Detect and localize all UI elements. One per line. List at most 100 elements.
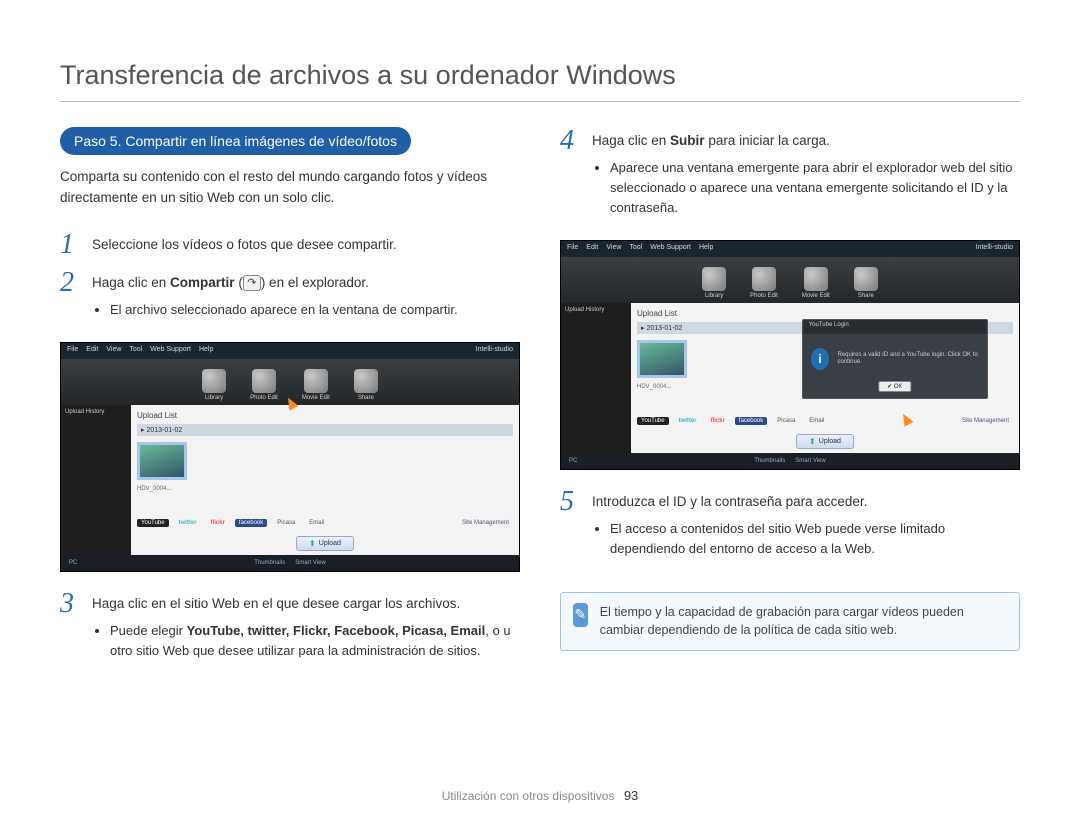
step-4-bullet: Aparece una ventana emergente para abrir… <box>610 158 1020 218</box>
service-twitter[interactable]: twitter <box>175 519 201 527</box>
menu-websupport[interactable]: Web Support <box>650 244 691 254</box>
toolbar-library[interactable]: Library <box>702 267 726 299</box>
service-flickr[interactable]: flickr <box>207 519 229 527</box>
upload-button-label: Upload <box>819 438 841 445</box>
step-2-pre: Haga clic en <box>92 275 170 290</box>
service-email[interactable]: Email <box>305 519 328 527</box>
service-facebook[interactable]: facebook <box>735 417 767 425</box>
note-text: El tiempo y la capacidad de grabación pa… <box>600 603 1007 641</box>
step-number: 3 <box>60 590 82 673</box>
step-2-mid: ( <box>235 275 243 290</box>
step-3-text: Haga clic en el sitio Web en el que dese… <box>92 596 460 611</box>
step-5-text: Introduzca el ID y la contraseña para ac… <box>592 494 867 509</box>
screenshot-body: Upload History Upload List ▸ 2013-01-02 … <box>561 303 1019 453</box>
menu-file[interactable]: File <box>567 244 578 254</box>
service-twitter[interactable]: twitter <box>675 417 701 425</box>
step-3-bullet-pre: Puede elegir <box>110 623 187 638</box>
ok-button[interactable]: ✔ OK <box>878 381 911 392</box>
bottom-thumbnails[interactable]: Thumbnails <box>254 560 285 566</box>
step-3-bullet: Puede elegir YouTube, twitter, Flickr, F… <box>110 621 520 661</box>
photo-edit-icon <box>752 267 776 291</box>
login-message: Requires a valid ID and a YouTube login.… <box>837 352 979 368</box>
step-4-post: para iniciar la carga. <box>705 133 830 148</box>
service-youtube[interactable]: YouTube <box>637 417 669 425</box>
toolbar-movie-edit[interactable]: Movie Edit <box>302 369 330 401</box>
bottom-smartview[interactable]: Smart View <box>295 560 326 566</box>
bottom-thumbnails[interactable]: Thumbnails <box>754 458 785 464</box>
login-popup-title: YouTube Login <box>803 320 987 334</box>
toolbar-library[interactable]: Library <box>202 369 226 401</box>
menu-view[interactable]: View <box>606 244 621 254</box>
note-box: ✎ El tiempo y la capacidad de grabación … <box>560 592 1020 652</box>
step-4-body: Haga clic en Subir para iniciar la carga… <box>592 127 1020 230</box>
bottom-smartview[interactable]: Smart View <box>795 458 826 464</box>
page-number: 93 <box>624 788 638 803</box>
toolbar: Library Photo Edit Movie Edit Share <box>561 257 1019 303</box>
menu-file[interactable]: File <box>67 346 78 356</box>
service-flickr[interactable]: flickr <box>707 417 729 425</box>
video-thumbnail[interactable] <box>137 442 187 480</box>
step-2: 2 Haga clic en Compartir () en el explor… <box>60 269 520 332</box>
step-3: 3 Haga clic en el sitio Web en el que de… <box>60 590 520 673</box>
site-management[interactable]: Site Management <box>458 519 513 527</box>
footer: Utilización con otros dispositivos 93 <box>0 788 1080 803</box>
service-facebook[interactable]: facebook <box>235 519 267 527</box>
step-4: 4 Haga clic en Subir para iniciar la car… <box>560 127 1020 230</box>
step-1-text: Seleccione los vídeos o fotos que desee … <box>92 231 520 259</box>
step-2-post: ) en el explorador. <box>261 275 369 290</box>
movie-edit-icon <box>804 267 828 291</box>
step-3-bullet-bold: YouTube, twitter, Flickr, Facebook, Pica… <box>187 623 486 638</box>
thumbnail-row <box>137 442 513 480</box>
service-youtube[interactable]: YouTube <box>137 519 169 527</box>
step-2-bullet: El archivo seleccionado aparece en la ve… <box>110 300 520 320</box>
menu-view[interactable]: View <box>106 346 121 356</box>
share-toolbar-icon <box>354 369 378 393</box>
toolbar-photo-edit[interactable]: Photo Edit <box>250 369 278 401</box>
service-picasa[interactable]: Picasa <box>773 417 799 425</box>
step-2-bold: Compartir <box>170 275 235 290</box>
step-5-body: Introduzca el ID y la contraseña para ac… <box>592 488 1020 571</box>
content-columns: Paso 5. Compartir en línea imágenes de v… <box>60 127 1020 683</box>
movie-edit-icon <box>304 369 328 393</box>
upload-panel: Upload List ▸ 2013-01-02 HDV_0004... You… <box>631 303 1019 453</box>
toolbar-photo-edit[interactable]: Photo Edit <box>750 267 778 299</box>
bottom-pc: PC <box>69 560 77 566</box>
toolbar-share[interactable]: Share <box>354 369 378 401</box>
intro-text: Comparta su contenido con el resto del m… <box>60 167 520 209</box>
menu-help[interactable]: Help <box>199 346 213 356</box>
upload-button[interactable]: Upload <box>796 434 854 449</box>
upload-button-label: Upload <box>319 540 341 547</box>
menu-help[interactable]: Help <box>699 244 713 254</box>
menu-tool[interactable]: Tool <box>629 244 642 254</box>
app-name: Intelli-studio <box>476 346 513 356</box>
site-management[interactable]: Site Management <box>958 417 1013 425</box>
date-value: 2013-01-02 <box>646 325 682 332</box>
toolbar-share[interactable]: Share <box>854 267 878 299</box>
info-icon: i <box>811 348 830 370</box>
video-thumbnail[interactable] <box>637 340 687 378</box>
upload-button[interactable]: Upload <box>296 536 354 551</box>
menu-edit[interactable]: Edit <box>586 244 598 254</box>
step-5-bullet: El acceso a contenidos del sitio Web pue… <box>610 519 1020 559</box>
step-number: 4 <box>560 127 582 230</box>
date-group: ▸ 2013-01-02 <box>137 424 513 436</box>
app-screenshot-login: File Edit View Tool Web Support Help Int… <box>560 240 1020 470</box>
menu-websupport[interactable]: Web Support <box>150 346 191 356</box>
bottom-pc: PC <box>569 458 577 464</box>
step-5: 5 Introduzca el ID y la contraseña para … <box>560 488 1020 571</box>
toolbar-movie-edit[interactable]: Movie Edit <box>802 267 830 299</box>
screenshot-body: Upload History Upload List ▸ 2013-01-02 … <box>61 405 519 555</box>
note-icon: ✎ <box>573 603 588 627</box>
menu-edit[interactable]: Edit <box>86 346 98 356</box>
menubar: File Edit View Tool Web Support Help Int… <box>61 343 519 359</box>
service-email[interactable]: Email <box>805 417 828 425</box>
menu-tool[interactable]: Tool <box>129 346 142 356</box>
ok-label: OK <box>894 384 903 390</box>
service-picasa[interactable]: Picasa <box>273 519 299 527</box>
photo-edit-icon <box>252 369 276 393</box>
thumb-label: HDV_0004... <box>137 486 513 492</box>
sidebar-upload-history: Upload History <box>61 405 131 555</box>
right-column: 4 Haga clic en Subir para iniciar la car… <box>560 127 1020 683</box>
step-3-body: Haga clic en el sitio Web en el que dese… <box>92 590 520 673</box>
step-1: 1 Seleccione los vídeos o fotos que dese… <box>60 231 520 259</box>
